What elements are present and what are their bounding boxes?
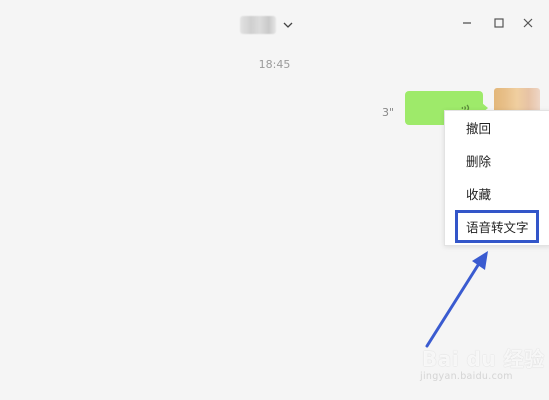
maximize-icon [494,18,504,28]
contact-name-blurred [240,16,276,34]
maximize-button[interactable] [491,15,507,31]
close-icon [523,18,533,28]
minimize-icon [463,22,471,24]
chat-title[interactable] [240,14,294,36]
close-button[interactable] [520,15,536,31]
chevron-down-icon[interactable] [282,19,294,31]
voice-duration: 3" [382,106,395,119]
menu-item-delete[interactable]: 删除 [445,147,549,177]
menu-item-favorite[interactable]: 收藏 [445,180,549,210]
watermark-url: jingyan.baidu.com [420,371,513,382]
message-timestamp: 18:45 [258,58,291,71]
highlight-box [455,210,539,243]
watermark-logo: Bai du 经验 [422,347,545,371]
minimize-button[interactable] [459,15,475,31]
menu-item-recall[interactable]: 撤回 [445,114,549,144]
